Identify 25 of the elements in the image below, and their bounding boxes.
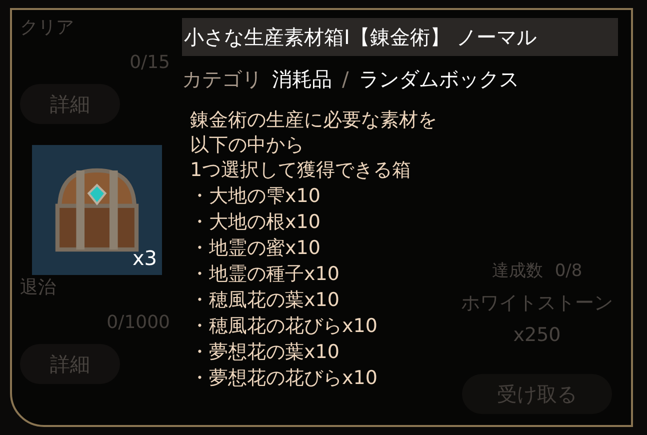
content-item: ・地霊の種子x10 <box>190 262 340 287</box>
content-item: ・穂風花の花びらx10 <box>190 314 378 339</box>
content-item: ・大地の雫x10 <box>190 184 320 209</box>
progress-count: 0/15 <box>130 51 170 75</box>
achieved-label: 達成数 <box>492 260 543 283</box>
content-item: ・夢想花の葉x10 <box>190 340 340 365</box>
quest-title: クリア <box>20 16 74 40</box>
category-label: カテゴリ <box>182 66 262 93</box>
reward-name: ホワイトストーン <box>461 290 613 316</box>
description-line: 1つ選択して獲得できる箱 <box>190 158 412 183</box>
item-title: 小さな生産素材箱I【錬金術】 ノーマル <box>184 24 536 51</box>
content-item: ・夢想花の花びらx10 <box>190 366 378 391</box>
achieved-count: 0/8 <box>554 260 582 283</box>
content-item: ・大地の根x10 <box>190 210 320 235</box>
reward-count: x250 <box>513 323 561 348</box>
category-value: 消耗品 <box>272 66 332 93</box>
item-quantity: x3 <box>132 245 157 272</box>
content-item: ・穂風花の葉x10 <box>190 288 340 313</box>
description-line: 錬金術の生産に必要な素材を <box>190 108 437 133</box>
progress-count: 0/1000 <box>106 311 170 335</box>
subcategory-value: ランダムボックス <box>358 66 519 93</box>
category-separator: / <box>342 66 349 93</box>
content-item: ・地霊の蜜x10 <box>190 236 320 261</box>
quest-title: 退治 <box>20 276 56 300</box>
description-line: 以下の中から <box>190 133 304 158</box>
